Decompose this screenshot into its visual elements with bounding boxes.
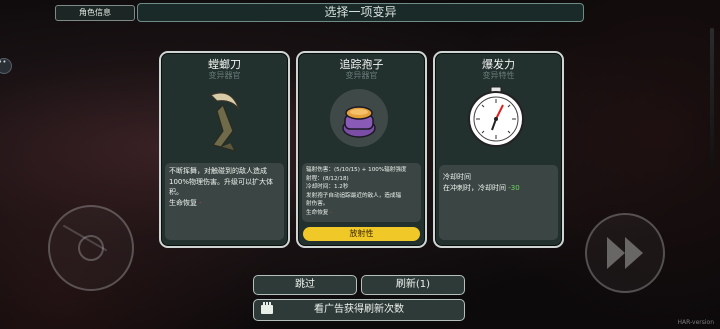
mutation-card-spore[interactable]: 追踪孢子 变异器官 辐射伤害：(5/10/15) + 100%辐射强度 射程：(… [296,51,427,248]
desc-line: 积。 [169,188,183,196]
cooldown-line: 冷却时间 [443,173,471,181]
dash-button[interactable] [585,213,665,293]
card-type: 变异特性 [482,71,515,80]
clapperboard-icon [261,302,273,314]
mantis-blade-icon [161,81,288,161]
desc-line: 辐射伤害：(5/10/15) + 100%辐射强度 [306,167,407,173]
card-type: 变异器官 [208,71,241,80]
spore-pod-icon [298,81,425,161]
mutation-card-burst[interactable]: 爆发力 变异特性 冷却时间 在冲刺时，冷却时间 -30 [433,51,564,248]
desc-line: 100%物理伤害。升级可以扩大体 [169,177,274,186]
dash-cooldown-line: 在冲刺时，冷却时间 -30 [443,183,520,192]
desc-line: 射程：(8/12/18) [306,175,349,182]
movement-joystick[interactable] [48,205,134,291]
desc-line: 发射孢子自动追踪最近的敌人，造成辐 [306,192,402,199]
hp-line: 生命恢复 - [169,198,202,207]
refresh-button[interactable]: 刷新(1) [361,275,465,295]
desc-line: 不断挥舞，对触碰到的敌人造成 [169,167,267,175]
card-type: 变异器官 [345,71,378,80]
character-info-tab[interactable]: 角色信息 [55,5,135,21]
joystick-knob[interactable] [78,235,104,261]
card-description: 辐射伤害：(5/10/15) + 100%辐射强度 射程：(8/12/18) 冷… [302,163,421,222]
card-description: 冷却时间 在冲刺时，冷却时间 -30 [439,165,558,240]
desc-line: 射伤害。 [306,201,329,207]
version-label: HAR-version [677,319,714,326]
watch-ad-label: 看广告获得刷新次数 [314,304,404,315]
stopwatch-icon [435,81,562,161]
hp-line: 生命恢复 - [306,209,333,216]
watch-ad-button[interactable]: 看广告获得刷新次数 [253,299,465,321]
mutation-card-mantis[interactable]: 螳螂刀 变异器官 不断挥舞，对触碰到的敌人造成 100%物理伤害。升级可以扩大体… [159,51,290,248]
page-title: 选择一项变异 [137,3,584,22]
scroll-edge [710,28,714,168]
card-description: 不断挥舞，对触碰到的敌人造成 100%物理伤害。升级可以扩大体 积。 生命恢复 … [165,163,284,240]
desc-line: 冷却时间：1.2秒 [306,184,349,190]
skip-button[interactable]: 跳过 [253,275,357,295]
fast-forward-icon [607,237,643,269]
radioactive-tag[interactable]: 放射性 [303,227,420,241]
